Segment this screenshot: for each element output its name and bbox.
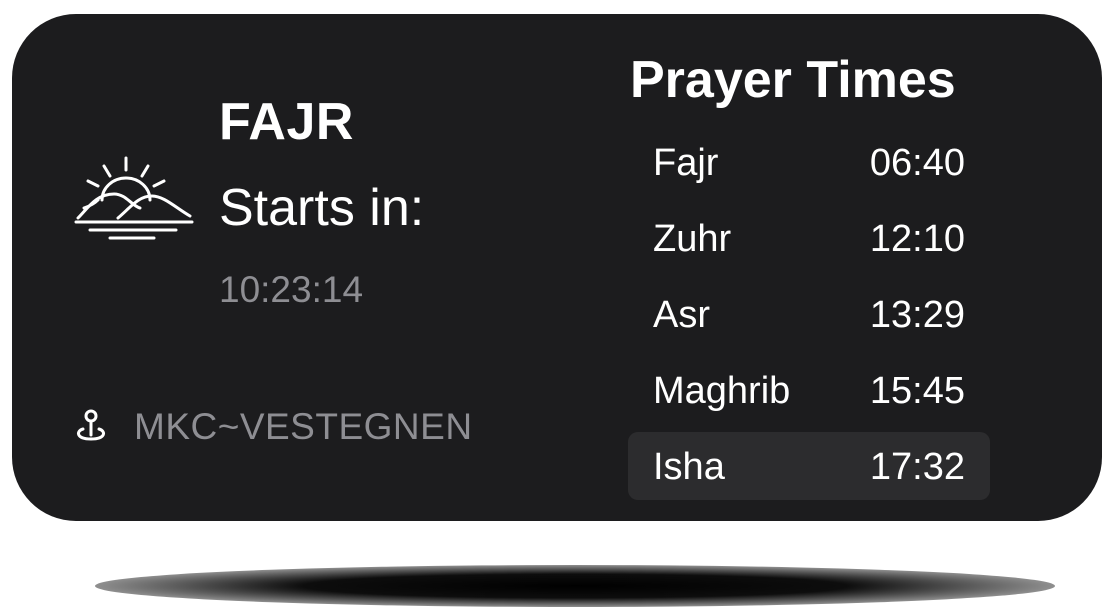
prayer-row-zuhr[interactable]: Zuhr 12:10 <box>628 204 990 272</box>
location-pin-icon <box>77 409 105 441</box>
next-prayer-name: FAJR <box>219 93 354 151</box>
prayer-times-widget[interactable]: FAJR Starts in: 10:23:14 MKC~VESTEGNEN P… <box>12 14 1102 521</box>
prayer-row-asr[interactable]: Asr 13:29 <box>628 280 990 348</box>
starts-in-label: Starts in: <box>219 179 425 237</box>
prayer-row-name: Zuhr <box>653 218 732 260</box>
prayer-row-name: Maghrib <box>653 370 791 412</box>
prayer-row-name: Isha <box>653 446 725 488</box>
location-label: MKC~VESTEGNEN <box>134 406 473 447</box>
prayer-row-time: 12:10 <box>869 218 965 260</box>
countdown-timer: 10:23:14 <box>219 269 364 310</box>
location-row[interactable]: MKC~VESTEGNEN <box>72 406 473 448</box>
prayer-row-name: Asr <box>653 294 710 336</box>
prayer-row-time: 06:40 <box>869 142 965 184</box>
prayer-times-list: Fajr 06:40 Zuhr 12:10 Asr 13:29 Maghrib … <box>628 128 990 508</box>
stage: FAJR Starts in: 10:23:14 MKC~VESTEGNEN P… <box>0 0 1115 615</box>
prayer-times-title: Prayer Times <box>630 51 956 109</box>
prayer-row-isha[interactable]: Isha 17:32 <box>628 432 990 500</box>
prayer-row-time: 17:32 <box>869 446 965 488</box>
widget-shadow <box>95 565 1055 607</box>
prayer-row-maghrib[interactable]: Maghrib 15:45 <box>628 356 990 424</box>
prayer-row-name: Fajr <box>653 142 719 184</box>
sunrise-icon <box>74 156 194 240</box>
prayer-row-time: 13:29 <box>869 294 965 336</box>
prayer-row-fajr[interactable]: Fajr 06:40 <box>628 128 990 196</box>
prayer-row-time: 15:45 <box>869 370 965 412</box>
